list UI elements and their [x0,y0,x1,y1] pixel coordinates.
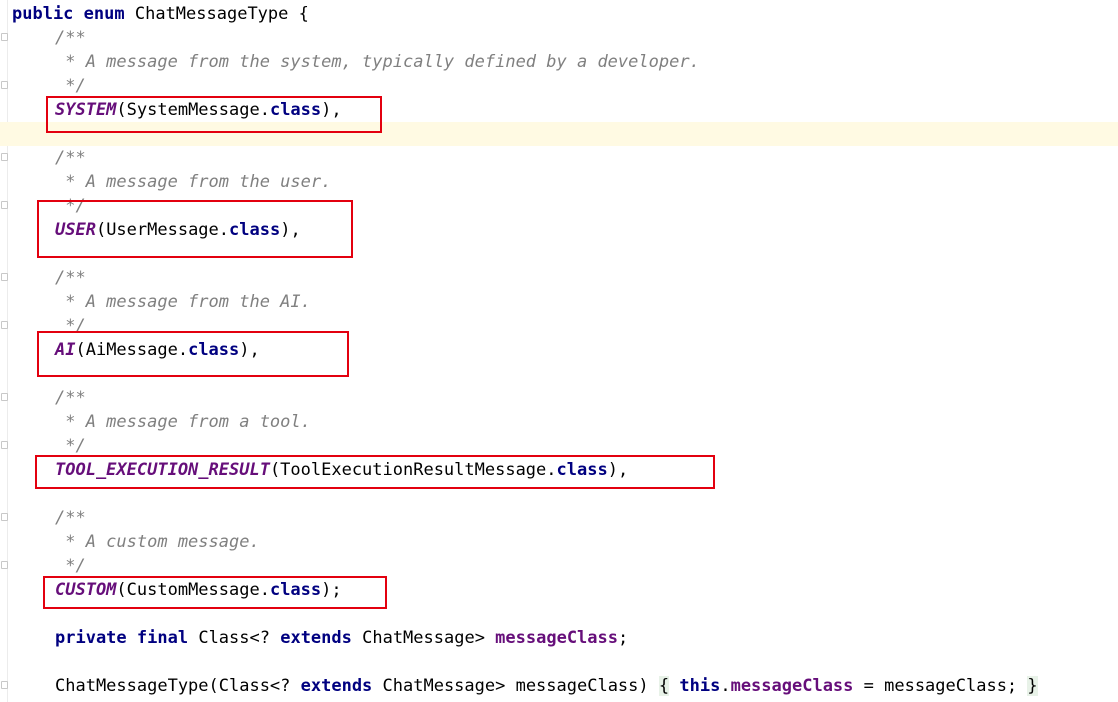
code-line-doc-close[interactable]: */ [0,74,1118,98]
keyword-this: this [679,676,721,696]
field-reference: messageClass [730,676,854,696]
code-line-enum-declaration[interactable]: public enum ChatMessageType { [0,2,1118,26]
doc-comment-text: * A message from the system, typically d… [55,52,700,72]
constructor-signature-start: ChatMessageType(Class<? [55,676,301,696]
keyword-public: public [12,4,74,24]
brace-open: { [658,676,670,696]
enum-name: ChatMessageType { [124,4,309,24]
highlight-box-user [37,200,353,258]
doc-comment-close: */ [55,436,86,456]
brace-close: } [1027,676,1038,696]
doc-comment-text: * A custom message. [55,532,260,552]
constructor-signature-end: ChatMessage> messageClass) [372,676,659,696]
member-access-dot: . [720,676,731,696]
doc-comment-text: * A message from the user. [55,172,332,192]
doc-comment-open: /** [55,148,86,168]
code-line-doc-open[interactable]: /** [0,386,1118,410]
keyword-final: final [136,628,189,648]
highlight-box-custom [43,576,387,609]
code-line-field-declaration[interactable]: private final Class<? extends ChatMessag… [0,626,1118,650]
code-line-doc-text[interactable]: * A message from a tool. [0,410,1118,434]
code-line-constructor[interactable]: ChatMessageType(Class<? extends ChatMess… [0,674,1118,698]
code-line-doc-text[interactable]: * A custom message. [0,530,1118,554]
code-editor[interactable]: public enum ChatMessageType { /** * A me… [0,0,1118,702]
assignment: = messageClass; [853,676,1028,696]
doc-comment-text: * A message from the AI. [55,292,311,312]
doc-comment-open: /** [55,28,86,48]
code-line-doc-close[interactable]: */ [0,554,1118,578]
code-line-doc-open[interactable]: /** [0,506,1118,530]
code-line-doc-open[interactable]: /** [0,266,1118,290]
code-line-doc-open[interactable]: /** [0,146,1118,170]
highlight-box-tool-execution-result [35,455,715,489]
doc-comment-open: /** [55,388,86,408]
keyword-enum: enum [83,4,125,24]
doc-comment-open: /** [55,508,86,528]
keyword-extends: extends [300,676,373,696]
doc-comment-open: /** [55,268,86,288]
highlight-box-ai [37,331,349,377]
keyword-private: private [55,628,127,648]
code-line-doc-text[interactable]: * A message from the AI. [0,290,1118,314]
field-type-start: Class<? [188,628,281,648]
statement-end: ; [618,628,629,648]
field-name: messageClass [495,628,618,648]
doc-comment-close: */ [55,556,86,576]
doc-comment-close: */ [55,76,86,96]
field-type-end: ChatMessage> [351,628,496,648]
code-line-doc-text[interactable]: * A message from the system, typically d… [0,50,1118,74]
keyword-extends: extends [280,628,352,648]
doc-comment-text: * A message from a tool. [55,412,311,432]
code-line-doc-text[interactable]: * A message from the user. [0,170,1118,194]
code-line-doc-open[interactable]: /** [0,26,1118,50]
highlight-box-system [46,96,382,133]
